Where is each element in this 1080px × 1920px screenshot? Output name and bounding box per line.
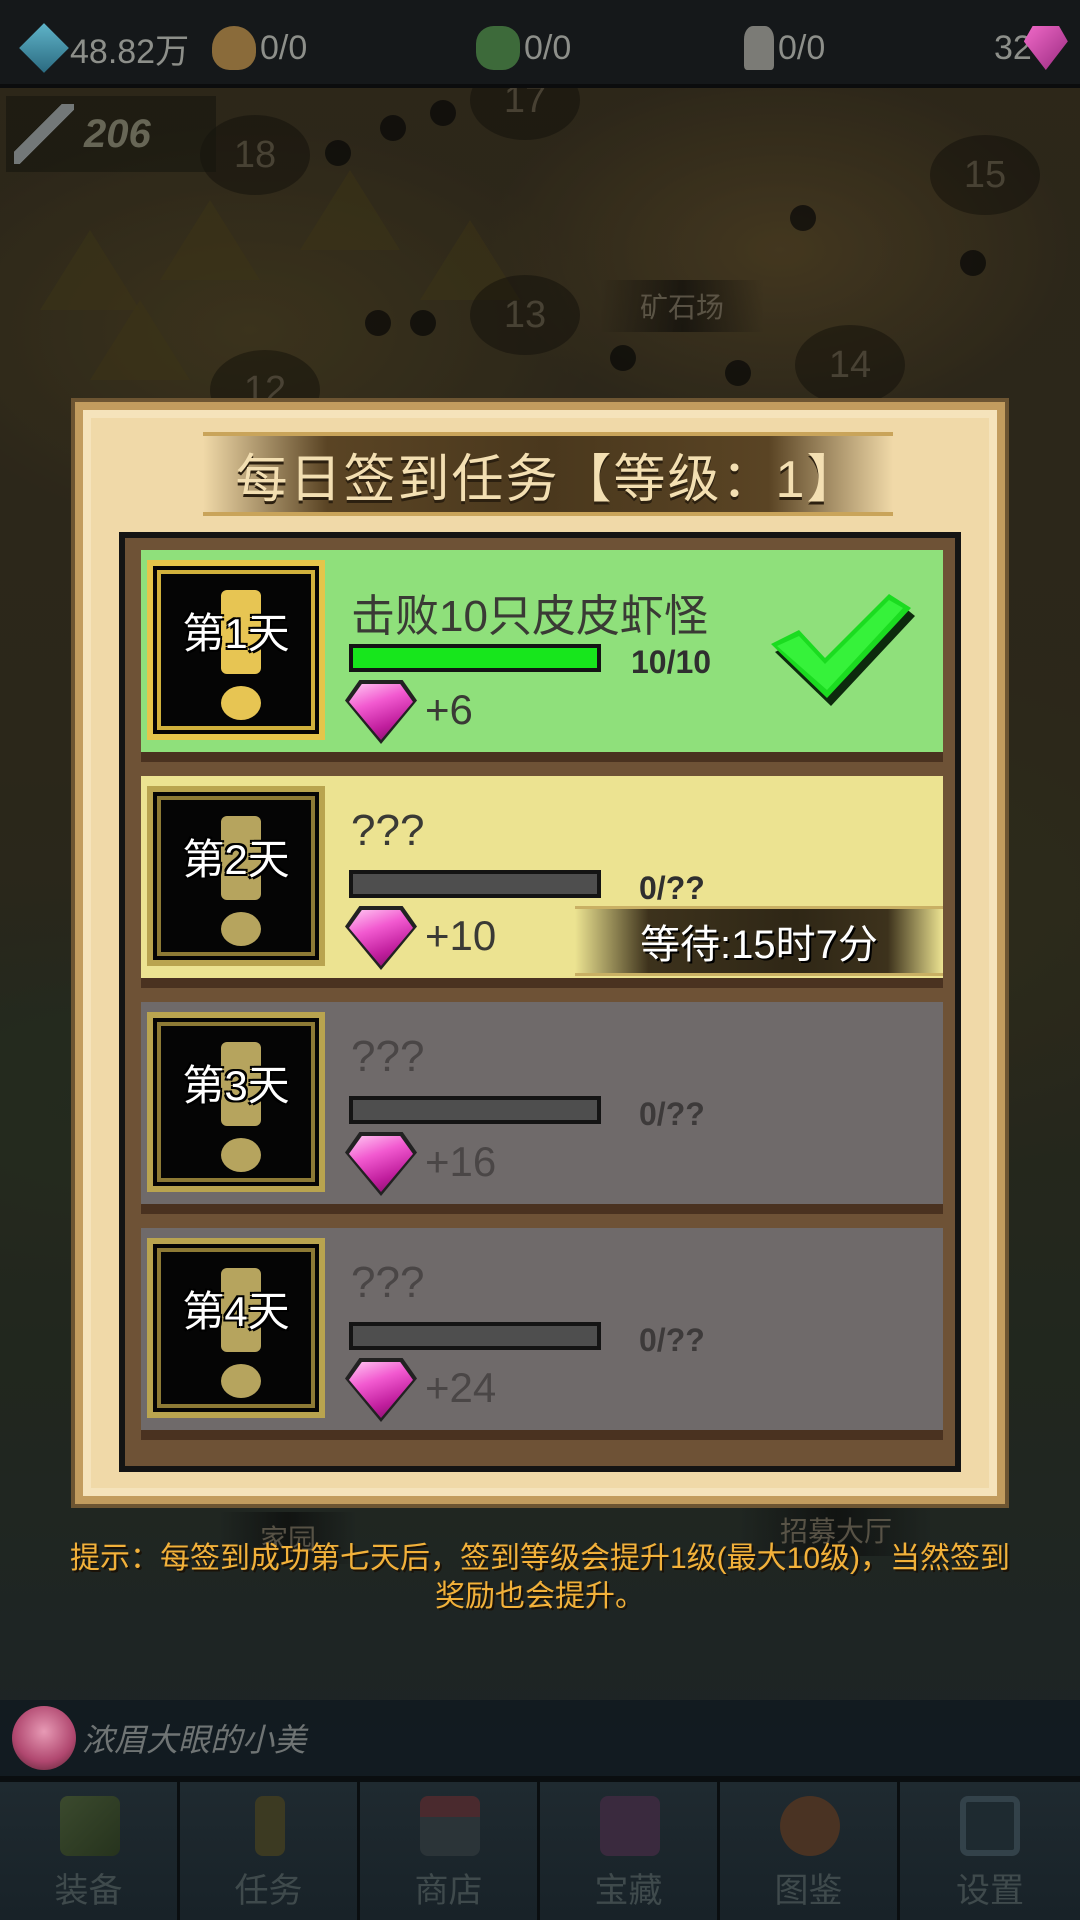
nav-treasure[interactable]: 宝藏 (540, 1782, 720, 1920)
gem-icon (349, 910, 413, 966)
shop-icon (420, 1796, 480, 1856)
nav-label: 商店 (414, 1872, 483, 1910)
crystal-resource[interactable]: 48.82万 (19, 20, 190, 76)
day-label: 第2天 (182, 836, 290, 883)
gem-icon (349, 1362, 413, 1418)
nav-label: 设置 (956, 1872, 1024, 1910)
crystal-icon (19, 23, 69, 73)
nav-equipment[interactable]: 装备 (0, 1782, 180, 1920)
task-card-day2[interactable]: 第2天 ??? 0/?? +10 等待:15时7分 (141, 776, 943, 988)
day-badge: 第4天 (147, 1238, 325, 1418)
progress-text: 0/?? (639, 870, 705, 906)
day-label: 第1天 (182, 610, 290, 657)
wait-timer-plate: 等待:15时7分 (575, 906, 943, 976)
exclamation-dot-icon (221, 912, 261, 946)
wood-icon (476, 26, 520, 70)
day-label: 第3天 (182, 1062, 290, 1109)
bottom-nav: 装备 任务 商店 宝藏 图鉴 设置 (0, 1776, 1080, 1920)
reward-amount: +10 (425, 912, 497, 959)
gem-icon (349, 684, 413, 740)
avatar[interactable] (12, 1706, 76, 1770)
gem-icon (349, 1136, 413, 1192)
resource-bar: 48.82万 0/0 0/0 0/0 32 (0, 0, 1080, 88)
progress-bar (349, 1322, 601, 1350)
dialog-title-banner: 每日签到任务【等级：1】 (203, 432, 893, 516)
day-label: 第4天 (182, 1288, 290, 1335)
progress-text: 0/?? (639, 1096, 705, 1132)
gem-resource[interactable]: 32 (994, 20, 1072, 76)
population-icon (744, 26, 774, 70)
game-screen: 18 15 13 14 12 17 矿石场 家园 招募大厅 48.82万 0/0… (0, 0, 1080, 1920)
nav-label: 图鉴 (774, 1872, 843, 1910)
task-card-day4[interactable]: 第4天 ??? 0/?? +24 (141, 1228, 943, 1440)
progress-text: 10/10 (631, 644, 712, 680)
progress-bar (349, 870, 601, 898)
nav-settings[interactable]: 设置 (900, 1782, 1080, 1920)
nav-shop[interactable]: 商店 (360, 1782, 540, 1920)
reward-amount: +24 (425, 1364, 497, 1411)
chat-line[interactable]: 浓眉大眼的小美 (0, 1700, 1080, 1776)
hint-text: 提示：每签到成功第七天后，签到等级会提升1级(最大10级)，当然签到奖励也会提升… (69, 1542, 1011, 1613)
nav-label: 宝藏 (594, 1872, 663, 1910)
task-card-day1[interactable]: 第1天 击败10只皮皮虾怪 10/10 +6 (141, 550, 943, 762)
chat-player-name: 浓眉大眼的小美 (82, 1722, 307, 1758)
food-count: 0/0 (260, 28, 308, 67)
wood-count: 0/0 (524, 28, 572, 67)
exclamation-dot-icon (221, 686, 261, 720)
wood-resource[interactable]: 0/0 (476, 20, 571, 76)
task-name: ??? (351, 1258, 425, 1307)
food-icon (212, 26, 256, 70)
population-resource[interactable]: 0/0 (744, 20, 825, 76)
task-name: 击败10只皮皮虾怪 (351, 592, 708, 641)
exclamation-dot-icon (221, 1138, 261, 1172)
equipment-icon (60, 1796, 120, 1856)
daily-signin-dialog: 每日签到任务【等级：1】 第1天 击败10只皮皮虾怪 10/10 +6 第2天 … (75, 402, 1005, 1504)
treasure-icon (600, 1796, 660, 1856)
task-card-day3[interactable]: 第3天 ??? 0/?? +16 (141, 1002, 943, 1214)
checkmark-icon (771, 594, 915, 706)
reward-amount: +6 (425, 686, 473, 733)
nav-codex[interactable]: 图鉴 (720, 1782, 900, 1920)
progress-text: 0/?? (639, 1322, 705, 1358)
reward-amount: +16 (425, 1138, 497, 1185)
task-name: ??? (351, 1032, 425, 1081)
population-count: 0/0 (778, 28, 826, 67)
food-resource[interactable]: 0/0 (212, 20, 307, 76)
exclamation-dot-icon (221, 1364, 261, 1398)
progress-fill (353, 648, 597, 668)
dialog-title: 每日签到任务【等级：1】 (235, 450, 861, 509)
wait-timer: 等待:15时7分 (640, 923, 878, 967)
crystal-count: 48.82万 (70, 32, 190, 71)
day-badge: 第2天 (147, 786, 325, 966)
nav-tasks[interactable]: 任务 (180, 1782, 360, 1920)
progress-bar (349, 644, 601, 672)
task-name: ??? (351, 806, 425, 855)
day-badge: 第3天 (147, 1012, 325, 1192)
gem-count: 32 (994, 28, 1032, 67)
settings-icon (960, 1796, 1020, 1856)
codex-icon (780, 1796, 840, 1856)
progress-bar (349, 1096, 601, 1124)
exclamation-icon (255, 1796, 285, 1856)
task-list: 第1天 击败10只皮皮虾怪 10/10 +6 第2天 ??? 0/?? +10 … (119, 532, 961, 1472)
nav-label: 装备 (54, 1872, 123, 1910)
nav-label: 任务 (234, 1872, 303, 1910)
day-badge: 第1天 (147, 560, 325, 740)
